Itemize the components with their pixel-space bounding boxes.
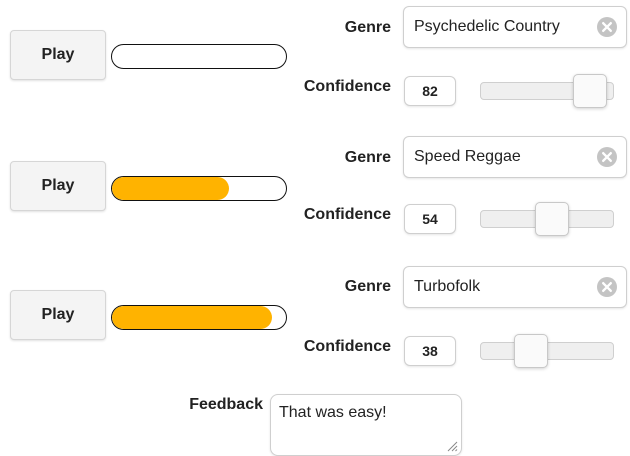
genre-input-1-value: Psychedelic Country xyxy=(414,18,560,35)
confidence-label-2: Confidence xyxy=(303,206,391,223)
clear-icon[interactable] xyxy=(597,147,617,167)
feedback-textarea-value: That was easy! xyxy=(279,404,387,421)
play-button-1[interactable]: Play xyxy=(10,30,106,80)
clear-icon[interactable] xyxy=(597,17,617,37)
confidence-slider-1[interactable] xyxy=(480,74,614,108)
confidence-label-1: Confidence xyxy=(303,78,391,95)
feedback-label: Feedback xyxy=(189,396,263,413)
progress-bar-1 xyxy=(111,44,287,69)
genre-label-1: Genre xyxy=(344,19,391,36)
genre-input-3-value: Turbofolk xyxy=(414,278,481,295)
genre-input-2-value: Speed Reggae xyxy=(414,148,521,165)
genre-input-3[interactable]: Turbofolk xyxy=(403,266,627,308)
confidence-slider-2[interactable] xyxy=(480,202,614,236)
confidence-input-1[interactable]: 82 xyxy=(404,76,456,106)
play-button-2[interactable]: Play xyxy=(10,161,106,211)
play-button-3[interactable]: Play xyxy=(10,290,106,340)
resize-grip-icon[interactable] xyxy=(446,440,458,452)
clear-icon[interactable] xyxy=(597,277,617,297)
genre-label-2: Genre xyxy=(344,149,391,166)
progress-bar-2 xyxy=(111,176,287,201)
confidence-slider-2-thumb[interactable] xyxy=(535,202,569,236)
confidence-label-3: Confidence xyxy=(303,338,391,355)
genre-input-1[interactable]: Psychedelic Country xyxy=(403,6,627,48)
confidence-input-3[interactable]: 38 xyxy=(404,336,456,366)
feedback-textarea[interactable]: That was easy! xyxy=(270,394,462,456)
progress-fill-2 xyxy=(112,177,229,200)
progress-fill-3 xyxy=(112,306,273,329)
progress-bar-3 xyxy=(111,305,287,330)
genre-label-3: Genre xyxy=(344,278,391,295)
confidence-slider-3[interactable] xyxy=(480,334,614,368)
genre-input-2[interactable]: Speed Reggae xyxy=(403,136,627,178)
confidence-slider-3-thumb[interactable] xyxy=(514,334,548,368)
confidence-input-2[interactable]: 54 xyxy=(404,204,456,234)
confidence-slider-1-thumb[interactable] xyxy=(573,74,607,108)
